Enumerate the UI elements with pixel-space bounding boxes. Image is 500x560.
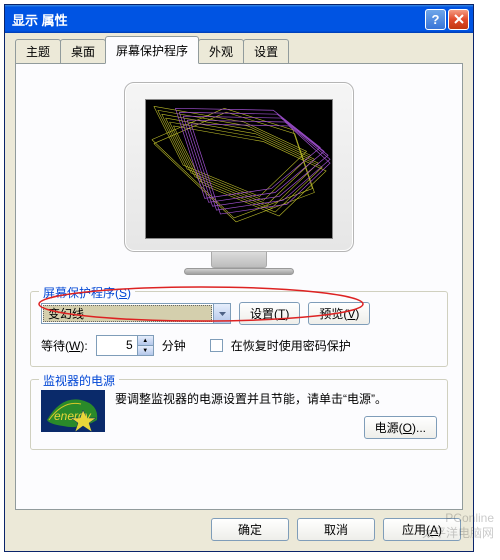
- screensaver-preview-screen: [145, 99, 333, 239]
- close-button[interactable]: [448, 9, 469, 30]
- spinner-down[interactable]: ▼: [138, 345, 153, 355]
- spinner-up[interactable]: ▲: [138, 336, 153, 345]
- password-checkbox-label[interactable]: 在恢复时使用密码保护: [231, 337, 351, 354]
- wait-unit: 分钟: [162, 337, 186, 354]
- power-button[interactable]: 电源(O)...: [364, 416, 437, 439]
- cancel-button[interactable]: 取消: [297, 518, 375, 541]
- screensaver-combo[interactable]: 变幻线: [41, 303, 231, 324]
- svg-text:energy: energy: [54, 409, 92, 423]
- tab-screensaver[interactable]: 屏幕保护程序: [105, 36, 199, 64]
- wait-value: 5: [97, 336, 137, 355]
- power-legend: 监视器的电源: [39, 372, 119, 389]
- tab-panel-screensaver: 屏幕保护程序(S) 变幻线 设置(T) 预览(V): [15, 63, 463, 510]
- ok-button[interactable]: 确定: [211, 518, 289, 541]
- screensaver-legend: 屏幕保护程序(S): [39, 284, 135, 301]
- mystify-lines-icon: [146, 100, 332, 238]
- tab-theme[interactable]: 主题: [15, 39, 61, 63]
- monitor-preview: [30, 76, 448, 279]
- wait-spinner[interactable]: 5 ▲ ▼: [96, 335, 154, 356]
- tab-settings[interactable]: 设置: [243, 39, 289, 63]
- tab-appearance[interactable]: 外观: [198, 39, 244, 63]
- password-checkbox[interactable]: [210, 339, 223, 352]
- apply-button[interactable]: 应用(A): [383, 518, 461, 541]
- preview-button[interactable]: 预览(V): [308, 302, 370, 325]
- energy-star-icon: energy: [41, 390, 105, 432]
- tab-desktop[interactable]: 桌面: [60, 39, 106, 63]
- settings-button[interactable]: 设置(T): [239, 302, 300, 325]
- wait-label: 等待(W):: [41, 337, 88, 354]
- window-title: 显示 属性: [9, 10, 423, 29]
- screensaver-selected: 变幻线: [43, 305, 212, 322]
- chevron-down-icon: [219, 312, 226, 316]
- screensaver-fieldset: 屏幕保护程序(S) 变幻线 设置(T) 预览(V): [30, 291, 448, 367]
- display-properties-window: 显示 属性 ? 主题 桌面 屏幕保护程序 外观 设置: [4, 4, 474, 552]
- power-fieldset: 监视器的电源 energy 要调整监视器的电源设置并且节能，请单击“电源”。: [30, 379, 448, 450]
- help-button[interactable]: ?: [425, 9, 446, 30]
- tab-strip: 主题 桌面 屏幕保护程序 外观 设置: [15, 41, 463, 63]
- close-icon: [454, 14, 464, 24]
- titlebar[interactable]: 显示 属性 ?: [5, 5, 473, 33]
- dialog-buttons: 确定 取消 应用(A): [15, 510, 463, 541]
- energy-star-logo: energy: [41, 390, 105, 432]
- power-text: 要调整监视器的电源设置并且节能，请单击“电源”。: [115, 390, 437, 408]
- combo-dropdown-button[interactable]: [213, 304, 230, 323]
- window-body: 主题 桌面 屏幕保护程序 外观 设置: [5, 33, 473, 551]
